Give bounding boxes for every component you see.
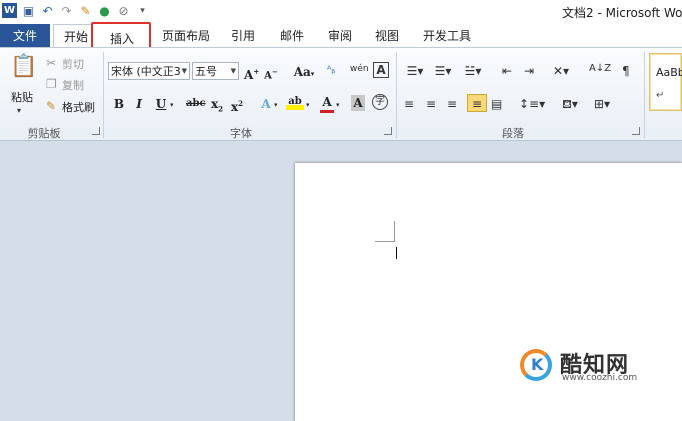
- quick-access-toolbar: W ▣ ↶ ↷ ✎ ● ⊘ ▾: [2, 2, 150, 19]
- bullets-icon[interactable]: ☰▾: [404, 64, 426, 78]
- margin-corner-horizontal: [375, 241, 395, 242]
- grow-font-icon[interactable]: A+: [244, 64, 259, 83]
- clear-format-icon[interactable]: ⊘: [116, 3, 131, 18]
- tab-mailings[interactable]: 邮件: [274, 24, 310, 47]
- phonetic-guide-icon[interactable]: wén: [350, 62, 369, 76]
- multilevel-list-icon[interactable]: ☱▾: [462, 64, 484, 78]
- character-shading-icon[interactable]: A: [351, 95, 365, 111]
- copy-button[interactable]: 复制: [62, 77, 84, 93]
- tab-file[interactable]: 文件: [0, 24, 50, 47]
- title-bar: W ▣ ↶ ↷ ✎ ● ⊘ ▾ 文档2 - Microsoft Wo: [0, 0, 682, 21]
- change-case-icon[interactable]: Aa▾: [293, 64, 315, 82]
- borders-icon[interactable]: ⊞▾: [590, 97, 614, 111]
- cut-button[interactable]: 剪切: [62, 56, 84, 72]
- strikethrough-icon[interactable]: abc: [186, 96, 206, 112]
- format-painter-button[interactable]: 格式刷: [62, 99, 95, 115]
- format-painter-icon[interactable]: ✎: [46, 99, 56, 113]
- superscript-icon[interactable]: x2: [230, 96, 244, 115]
- color-wheel-icon[interactable]: ●: [97, 3, 112, 18]
- text-effects-icon[interactable]: A: [259, 96, 273, 112]
- tab-review[interactable]: 审阅: [322, 24, 358, 47]
- highlight-dropdown-icon[interactable]: ▾: [306, 98, 310, 112]
- ribbon: 📋 粘贴 ▾ ✂ 剪切 ❐ 复制 ✎ 格式刷 剪贴板 宋体 (中文正3 ▼ 五号…: [0, 47, 682, 141]
- window-title: 文档2 - Microsoft Wo: [562, 6, 682, 20]
- font-color-dropdown-icon[interactable]: ▾: [336, 98, 340, 112]
- text-cursor: [396, 247, 397, 259]
- align-left-icon[interactable]: ≡: [404, 97, 414, 111]
- decrease-indent-icon[interactable]: ⇤: [502, 64, 512, 78]
- font-launcher-icon[interactable]: [384, 127, 392, 135]
- logo-letter: K: [531, 355, 544, 374]
- justify-icon[interactable]: ≡: [467, 94, 487, 112]
- group-separator: [396, 52, 397, 138]
- copy-icon[interactable]: ❐: [46, 77, 57, 91]
- show-marks-icon[interactable]: ¶: [622, 64, 630, 78]
- paste-button[interactable]: 粘贴: [11, 89, 33, 105]
- format-painter-icon[interactable]: ✎: [78, 3, 93, 18]
- font-size-select[interactable]: 五号 ▼: [192, 62, 239, 80]
- line-spacing-icon[interactable]: ↕≡▾: [519, 97, 545, 111]
- shrink-font-icon[interactable]: A−: [264, 64, 278, 84]
- sort-icon[interactable]: A↓Z: [589, 62, 611, 76]
- font-name-select[interactable]: 宋体 (中文正3 ▼: [108, 62, 190, 80]
- style-preview: AaBb: [656, 66, 682, 79]
- watermark-url: www.coozhi.com: [562, 373, 638, 383]
- font-group-label: 字体: [230, 127, 252, 140]
- font-color-icon[interactable]: A: [320, 94, 334, 113]
- highlight-color-icon[interactable]: ab: [286, 94, 304, 110]
- distributed-icon[interactable]: ▤: [491, 97, 502, 111]
- asian-layout-icon[interactable]: ✕▾: [551, 64, 571, 78]
- customize-qat-icon[interactable]: ▾: [135, 3, 150, 18]
- align-right-icon[interactable]: ≡: [447, 97, 457, 111]
- enclose-characters-icon[interactable]: 字: [372, 94, 388, 110]
- increase-indent-icon[interactable]: ⇥: [524, 64, 534, 78]
- clear-formatting-icon[interactable]: ᴬᵦ: [327, 64, 335, 78]
- margin-corner-vertical: [394, 221, 395, 241]
- return-icon: ↵: [656, 90, 665, 101]
- redo-icon[interactable]: ↷: [59, 3, 74, 18]
- paragraph-group-label: 段落: [502, 127, 524, 140]
- ribbon-tab-row: 文件 开始 插入 页面布局 引用 邮件 审阅 视图 开发工具: [0, 21, 682, 58]
- word-app-icon[interactable]: W: [2, 3, 17, 18]
- bold-icon[interactable]: B: [112, 96, 126, 112]
- tab-view[interactable]: 视图: [369, 24, 405, 47]
- chevron-down-icon: ▼: [230, 67, 236, 75]
- text-effects-dropdown-icon[interactable]: ▾: [274, 98, 278, 112]
- styles-gallery-item[interactable]: AaBb ↵: [649, 53, 682, 111]
- tab-page-layout[interactable]: 页面布局: [160, 24, 212, 47]
- font-name-value: 宋体 (中文正3: [111, 65, 181, 78]
- tab-references[interactable]: 引用: [225, 24, 261, 47]
- font-size-value: 五号: [195, 65, 217, 78]
- numbering-icon[interactable]: ☰▾: [432, 64, 454, 78]
- clipboard-launcher-icon[interactable]: [92, 127, 100, 135]
- undo-icon[interactable]: ↶: [40, 3, 55, 18]
- paste-dropdown-icon[interactable]: ▾: [17, 104, 21, 118]
- italic-icon[interactable]: I: [132, 96, 146, 112]
- scissors-icon[interactable]: ✂: [46, 56, 56, 70]
- underline-dropdown-icon[interactable]: ▾: [170, 98, 174, 112]
- underline-icon[interactable]: U: [154, 96, 168, 112]
- save-icon[interactable]: ▣: [21, 3, 36, 18]
- subscript-icon[interactable]: x2: [210, 96, 224, 117]
- chevron-down-icon: ▼: [181, 67, 187, 75]
- shading-icon[interactable]: ⛾▾: [559, 97, 581, 111]
- clipboard-group-label: 剪贴板: [27, 127, 61, 140]
- align-center-icon[interactable]: ≡: [426, 97, 436, 111]
- group-separator: [644, 52, 645, 138]
- group-separator: [103, 52, 104, 138]
- paragraph-launcher-icon[interactable]: [632, 127, 640, 135]
- tab-developer[interactable]: 开发工具: [418, 24, 476, 47]
- watermark: K 酷知网 www.coozhi.com: [516, 341, 676, 389]
- paste-icon[interactable]: 📋: [10, 54, 37, 80]
- character-border-icon[interactable]: A: [373, 62, 389, 78]
